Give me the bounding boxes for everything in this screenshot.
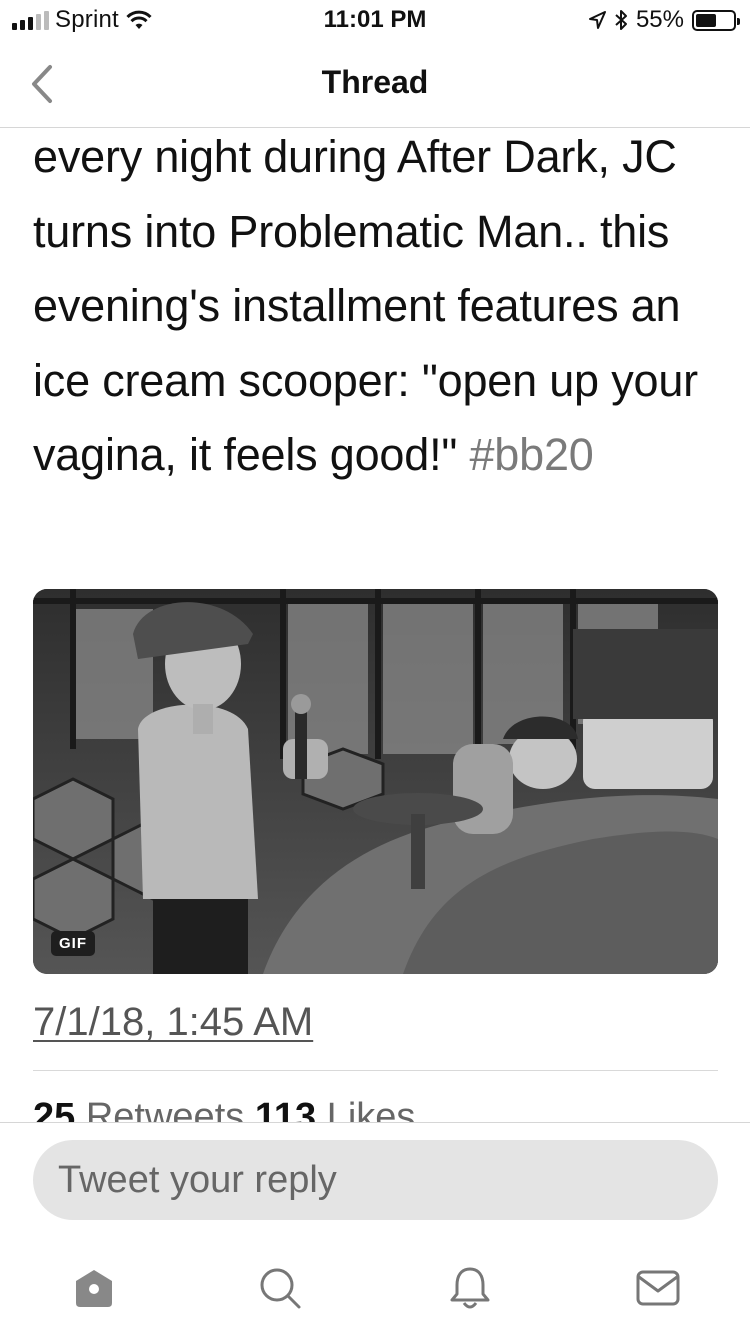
battery-level (696, 13, 716, 27)
retweets-count[interactable]: 25 (33, 1096, 75, 1122)
tab-bar (0, 1240, 750, 1334)
messages-icon (636, 1270, 680, 1306)
hashtag-link[interactable]: #bb20 (469, 429, 593, 480)
tab-notifications[interactable] (444, 1262, 496, 1314)
notifications-icon (450, 1267, 490, 1309)
divider (33, 1070, 718, 1071)
engagement-counts: 25 Retweets 113 Likes (0, 1090, 750, 1122)
gif-badge: GIF (51, 931, 95, 956)
tweet-body: every night during After Dark, JC turns … (33, 131, 698, 481)
tab-home[interactable] (68, 1262, 120, 1314)
battery-icon (692, 9, 740, 31)
gif-frame (33, 589, 718, 974)
location-icon (588, 11, 606, 29)
battery-percent: 55% (635, 6, 684, 33)
status-bar: Sprint 11:01 PM 55% (0, 0, 750, 40)
tweet-text: every night during After Dark, JC turns … (33, 120, 723, 493)
reply-placeholder: Tweet your reply (58, 1158, 337, 1201)
bluetooth-icon (615, 10, 627, 30)
status-right: 55% (588, 6, 740, 34)
page-title: Thread (321, 64, 429, 100)
nav-bar: Thread (0, 40, 750, 128)
tweet-timestamp[interactable]: 7/1/18, 1:45 AM (33, 1000, 313, 1045)
reply-input[interactable]: Tweet your reply (33, 1140, 718, 1220)
search-icon (260, 1268, 301, 1309)
tweet-media-gif[interactable]: GIF (33, 589, 718, 974)
tab-messages[interactable] (632, 1262, 684, 1314)
likes-count[interactable]: 113 (255, 1096, 316, 1122)
retweets-label[interactable]: Retweets (86, 1096, 244, 1122)
tab-search[interactable] (254, 1262, 306, 1314)
home-icon (76, 1270, 112, 1307)
reply-bar-divider (0, 1122, 750, 1123)
likes-label[interactable]: Likes (327, 1096, 416, 1122)
